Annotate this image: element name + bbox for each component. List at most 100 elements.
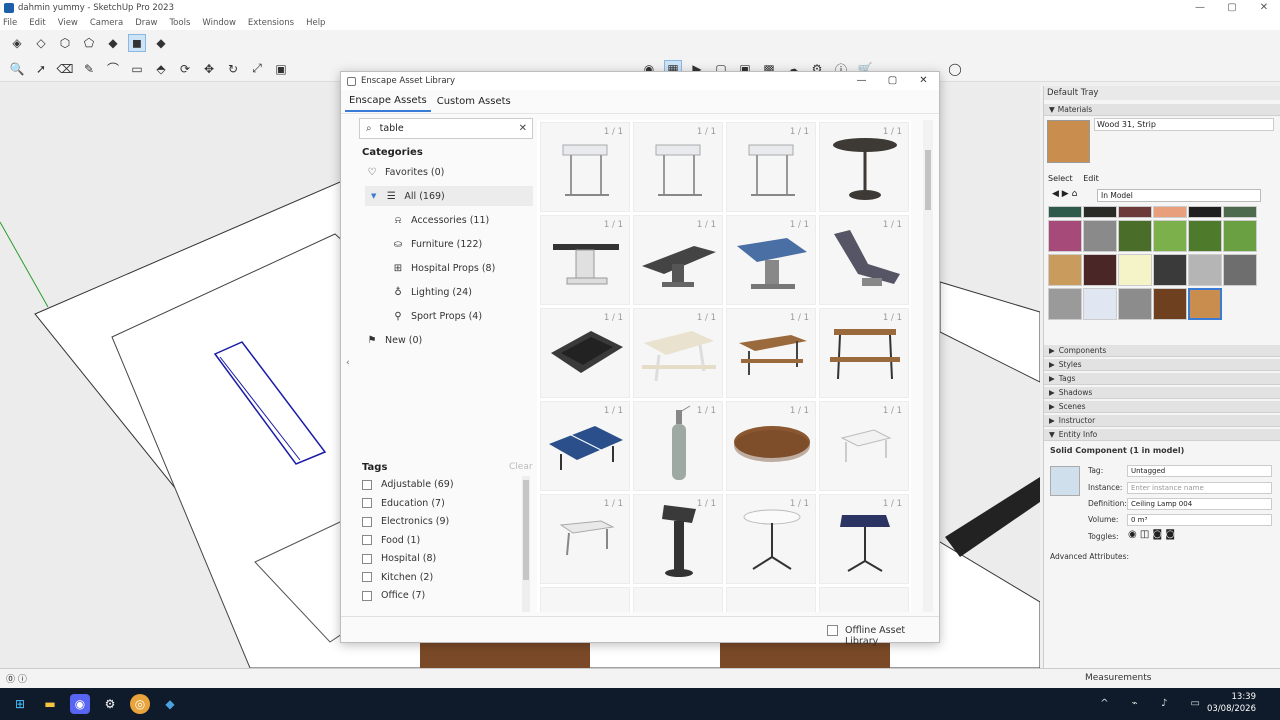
category-item[interactable]: ⛀ Furniture (122) — [391, 234, 541, 254]
tags-scrollbar[interactable] — [522, 476, 530, 612]
tray-section-components[interactable]: ▶ Components — [1044, 345, 1280, 357]
select-icon[interactable]: ➚ — [32, 60, 50, 78]
tag-item[interactable]: Food (1) — [362, 535, 420, 546]
tray-section-scenes[interactable]: ▶ Scenes — [1044, 401, 1280, 413]
profile-icon[interactable]: ◯ — [946, 60, 964, 78]
material-swatch[interactable] — [1223, 220, 1257, 252]
material-library-select[interactable]: In Model — [1097, 189, 1261, 202]
asset-tile-round-pedestal-table[interactable]: 1 / 1 — [819, 122, 909, 212]
offset-icon[interactable]: ⟳ — [176, 60, 194, 78]
menu-camera[interactable]: Camera — [90, 18, 123, 28]
material-swatch[interactable] — [1188, 206, 1222, 218]
system-tray-icons[interactable]: ^ ⌁ ♪ ▭ — [1100, 698, 1210, 709]
asset-tile-square-bistro-table[interactable]: 1 / 1 — [819, 494, 909, 584]
asset-tile-small-desk[interactable]: 1 / 1 — [540, 494, 630, 584]
material-swatch[interactable] — [1188, 254, 1222, 286]
material-swatch[interactable] — [1223, 206, 1257, 218]
toggle-icons[interactable]: ◉ ◫ ◙ ◙ — [1128, 529, 1175, 540]
expand-caret-icon[interactable]: ▼ — [371, 192, 376, 200]
pencil-icon[interactable]: ✎ — [80, 60, 98, 78]
asset-tile-lectern[interactable]: 1 / 1 — [633, 494, 723, 584]
asset-tile[interactable] — [726, 587, 816, 612]
dialog-minimize-button[interactable]: — — [846, 72, 877, 90]
material-swatch[interactable] — [1153, 254, 1187, 286]
move-icon[interactable]: ✥ — [200, 60, 218, 78]
maximize-button[interactable]: ▢ — [1216, 0, 1248, 16]
menu-file[interactable]: File — [3, 18, 17, 28]
shaded-icon[interactable]: ◆ — [104, 34, 122, 52]
material-swatch[interactable] — [1223, 254, 1257, 286]
tag-item[interactable]: Hospital (8) — [362, 553, 436, 564]
arc-icon[interactable]: ⌒ — [104, 60, 122, 78]
asset-tile-overbed-table[interactable]: 1 / 1 — [540, 122, 630, 212]
tag-item[interactable]: Education (7) — [362, 498, 445, 509]
tray-section-styles[interactable]: ▶ Styles — [1044, 359, 1280, 371]
front-view-icon[interactable]: ⬡ — [56, 34, 74, 52]
tag-select[interactable]: Untagged — [1127, 465, 1272, 477]
menu-window[interactable]: Window — [202, 18, 236, 28]
tag-checkbox[interactable] — [362, 479, 372, 490]
tray-section-instructor[interactable]: ▶ Instructor — [1044, 415, 1280, 427]
material-swatch[interactable] — [1188, 220, 1222, 252]
chrome-icon[interactable]: ◎ — [130, 694, 150, 714]
instance-field[interactable]: Enter instance name — [1127, 482, 1272, 494]
scale-icon[interactable]: ⤢ — [248, 60, 266, 78]
file-explorer-icon[interactable]: ▬ — [40, 694, 60, 714]
tag-checkbox[interactable] — [362, 516, 372, 527]
asset-tile-overbed-table[interactable]: 1 / 1 — [726, 122, 816, 212]
sketchup-taskbar-icon[interactable]: ◆ — [160, 694, 180, 714]
asset-tile-picnic-table-wood[interactable]: 1 / 1 — [726, 308, 816, 398]
zoom-icon[interactable]: 🔍 — [8, 60, 26, 78]
material-swatch[interactable] — [1153, 220, 1187, 252]
tag-checkbox[interactable] — [362, 498, 372, 508]
asset-tile[interactable] — [633, 587, 723, 612]
asset-tile-picnic-table[interactable]: 1 / 1 — [633, 308, 723, 398]
asset-tile-round-cafe-table[interactable]: 1 / 1 — [726, 494, 816, 584]
menu-edit[interactable]: Edit — [29, 18, 45, 28]
asset-tile-operating-table[interactable]: 1 / 1 — [633, 215, 723, 305]
material-name-field[interactable]: Wood 31, Strip — [1094, 118, 1274, 131]
asset-tile-overbed-table[interactable]: 1 / 1 — [633, 122, 723, 212]
rectangle-icon[interactable]: ▭ — [128, 60, 146, 78]
tag-item[interactable]: Kitchen (2) — [362, 572, 433, 583]
asset-tile-drawing-tablet[interactable]: 1 / 1 — [540, 308, 630, 398]
material-swatch[interactable] — [1083, 288, 1117, 320]
tag-checkbox[interactable] — [362, 590, 372, 601]
asset-tile-exam-chair[interactable]: 1 / 1 — [819, 215, 909, 305]
tag-checkbox[interactable] — [362, 535, 372, 545]
collapse-panel-icon[interactable]: ‹ — [346, 358, 350, 368]
definition-field[interactable]: Ceiling Lamp 004 — [1127, 498, 1272, 510]
dialog-maximize-button[interactable]: ▢ — [877, 72, 908, 90]
tray-section-tags[interactable]: ▶ Tags — [1044, 373, 1280, 385]
menu-tools[interactable]: Tools — [169, 18, 190, 28]
push-pull-icon[interactable]: ⬘ — [152, 60, 170, 78]
top-view-icon[interactable]: ◇ — [32, 34, 50, 52]
settings-app-icon[interactable]: ⚙ — [100, 694, 120, 714]
material-swatch[interactable] — [1083, 220, 1117, 252]
tray-section-entity-info[interactable]: ▼ Entity Info — [1044, 429, 1280, 441]
material-swatch[interactable] — [1118, 288, 1152, 320]
asset-scrollbar[interactable] — [923, 120, 933, 612]
tab-enscape-assets[interactable]: Enscape Assets — [345, 91, 431, 112]
clear-tags-button[interactable]: Clear — [509, 462, 533, 472]
close-button[interactable]: ✕ — [1248, 0, 1280, 16]
category-item[interactable]: ⚲ Sport Props (4) — [391, 306, 541, 326]
tag-item[interactable]: Electronics (9) — [362, 516, 449, 527]
tag-checkbox[interactable] — [362, 553, 372, 564]
textured-icon[interactable]: ◆ — [152, 34, 170, 52]
category-item[interactable]: ♁ Lighting (24) — [391, 282, 541, 302]
search-input[interactable]: ⌕ table ✕ — [359, 118, 533, 139]
asset-tile-ping-pong-table[interactable]: 1 / 1 — [540, 401, 630, 491]
menu-extensions[interactable]: Extensions — [248, 18, 294, 28]
material-swatch[interactable] — [1118, 254, 1152, 286]
minimize-button[interactable]: — — [1184, 0, 1216, 16]
windows-start-icon[interactable]: ⊞ — [10, 694, 30, 714]
material-swatch[interactable] — [1048, 220, 1082, 252]
material-swatch[interactable] — [1048, 288, 1082, 320]
menu-view[interactable]: View — [58, 18, 78, 28]
category-item[interactable]: ⚑ New (0) — [365, 330, 515, 350]
select-tab[interactable]: Select — [1048, 174, 1073, 183]
category-item[interactable]: ♡ Favorites (0) — [365, 162, 515, 182]
menu-help[interactable]: Help — [306, 18, 325, 28]
iso-view-icon[interactable]: ◈ — [8, 34, 26, 52]
